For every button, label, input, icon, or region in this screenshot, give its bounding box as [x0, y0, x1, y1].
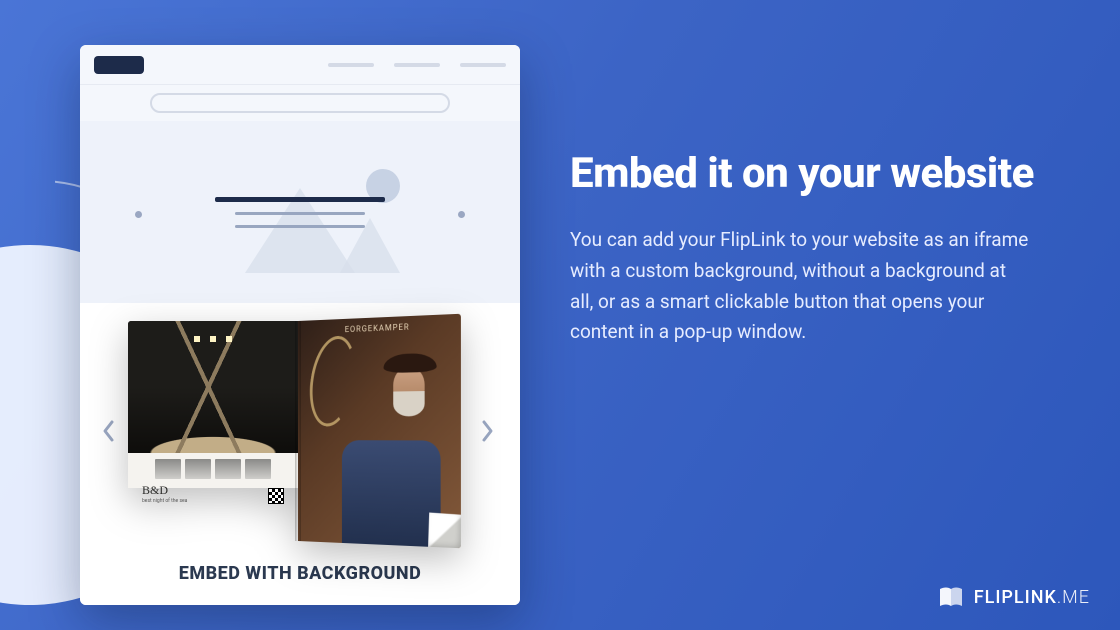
- brand-wordmark: FLIPLINK.ME: [974, 587, 1090, 608]
- browser-hero-area: [80, 121, 520, 303]
- text-column: Embed it on your website You can add you…: [570, 150, 1060, 348]
- qr-code-icon: [268, 488, 284, 504]
- flipbook-prev-button[interactable]: [96, 411, 120, 451]
- flipbook-next-button[interactable]: [476, 411, 500, 451]
- embed-caption: EMBED WITH BACKGROUND: [179, 563, 422, 584]
- left-page-thumb-row: [155, 459, 271, 479]
- left-page-script: B&D: [142, 483, 187, 498]
- left-page-signoff: B&D best night of the sea: [136, 483, 290, 504]
- page-curl-icon: [428, 513, 461, 549]
- browser-tab-stub: [94, 56, 144, 74]
- cowboy-beard: [393, 391, 424, 416]
- hero-heading-line: [215, 197, 385, 202]
- browser-chrome-dash: [328, 63, 374, 67]
- flipbook-page-left: B&D best night of the sea: [128, 321, 298, 541]
- body-copy: You can add your FlipLink to your websit…: [570, 225, 1030, 348]
- brand-word-main: FLIPLINK: [974, 587, 1057, 608]
- flipbook-spine: [295, 321, 301, 541]
- headline: Embed it on your website: [570, 150, 1060, 197]
- left-page-thumb: [185, 459, 211, 479]
- brand: FLIPLINK.ME: [938, 586, 1090, 608]
- browser-chrome: [80, 45, 520, 85]
- browser-address-bar: [80, 85, 520, 121]
- hero-slider-dot: [458, 211, 465, 218]
- brand-word-suffix: .ME: [1057, 587, 1090, 608]
- flipbook[interactable]: B&D best night of the sea: [128, 321, 468, 541]
- flipbook-page-right: [298, 314, 461, 549]
- left-page-footer: B&D best night of the sea: [128, 453, 298, 541]
- browser-chrome-right: [328, 63, 506, 67]
- chevron-left-icon: [101, 419, 115, 443]
- cowboy-jacket: [342, 440, 441, 547]
- chevron-right-icon: [481, 419, 495, 443]
- browser-address-pill: [150, 93, 450, 113]
- cowboy-figure: [380, 353, 441, 419]
- brand-book-icon: [938, 586, 964, 608]
- cowboy-hat: [384, 353, 437, 373]
- hero-slider-dot: [135, 211, 142, 218]
- cowboy-rope: [304, 333, 362, 431]
- left-page-thumb: [245, 459, 271, 479]
- browser-chrome-dash: [460, 63, 506, 67]
- hero-sub-line: [235, 212, 365, 215]
- flipbook-row: B&D best night of the sea: [96, 321, 504, 541]
- flipbook-area: B&D best night of the sea: [80, 303, 520, 605]
- left-page-thumb: [155, 459, 181, 479]
- left-page-thumb: [215, 459, 241, 479]
- mock-browser-card: B&D best night of the sea: [80, 45, 520, 605]
- hero-sub-line: [235, 225, 365, 228]
- left-page-smalltext: best night of the sea: [142, 498, 187, 504]
- browser-chrome-dash: [394, 63, 440, 67]
